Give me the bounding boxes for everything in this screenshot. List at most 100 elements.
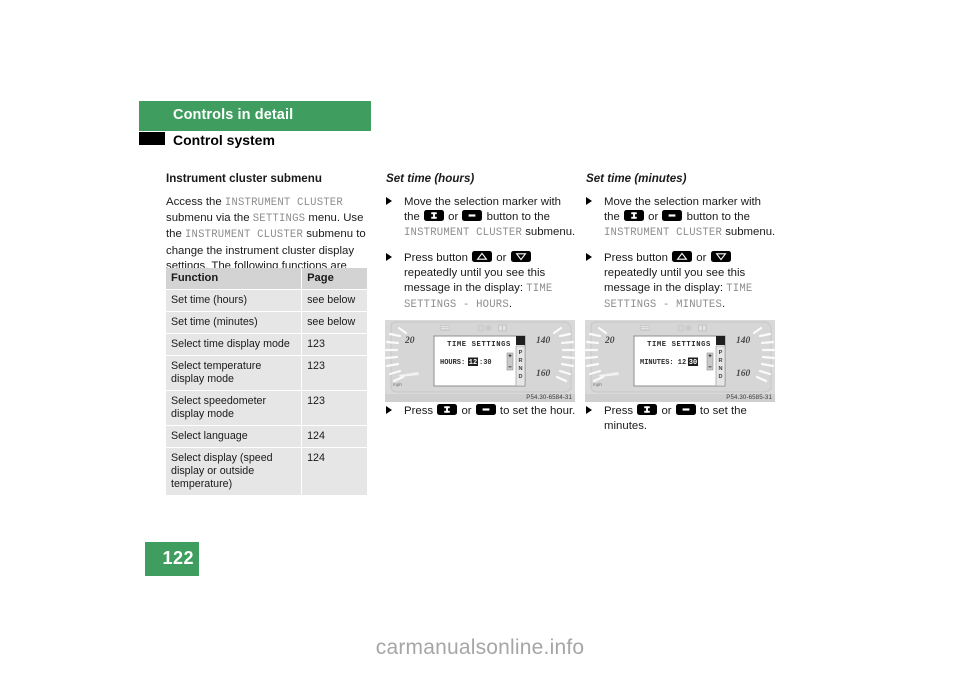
svg-text:mph: mph [393, 382, 402, 387]
figure-caption-code: P54.30-6585-31 [726, 394, 772, 401]
functions-table: Function Page Set time (hours) see below… [166, 268, 367, 496]
up-button-icon [472, 250, 493, 262]
instruction-step: Move the selection marker with the or bu… [386, 195, 576, 242]
step-text-4: . [722, 298, 726, 311]
menu-name-instrument-cluster-2: INSTRUMENT CLUSTER [185, 229, 304, 242]
table-row: Select speedometer display mode 123 [166, 390, 367, 426]
figure-caption-code: P54.30-6584-31 [526, 394, 572, 401]
step-text-4: submenu. [722, 226, 776, 239]
instrument-cluster-figure-hours: 20 mph 140 160 TIME SETTINGS HOURS: 12:… [384, 320, 576, 402]
svg-text:160: 160 [736, 369, 751, 379]
cell-function: Select language [166, 425, 303, 448]
watermark: carmanualsonline.info [375, 636, 585, 659]
page-number-box: 122 [145, 542, 199, 576]
page-number: 122 [162, 548, 194, 568]
step-text-1: Press button [404, 251, 472, 264]
svg-text:TIME SETTINGS: TIME SETTINGS [447, 341, 511, 349]
bullet-triangle-icon [586, 252, 592, 261]
minus-button-icon [462, 210, 483, 222]
step-text-2: or [458, 405, 475, 417]
cell-page: see below [301, 289, 367, 312]
instrument-cluster-illustration: 20 mph 140 160 TIME SETTINGS MINUTES: 12… [584, 320, 776, 402]
menu-name-instrument-cluster: INSTRUMENT CLUSTER [404, 227, 523, 240]
table-row: Select language 124 [166, 425, 367, 448]
step-text-2: or [493, 251, 510, 264]
step-text-4: . [508, 298, 513, 311]
svg-text:MINUTES: 12:: MINUTES: 12: [640, 359, 690, 367]
menu-name-instrument-cluster-1: INSTRUMENT CLUSTER [224, 197, 343, 209]
step-text-1: Press [404, 405, 437, 417]
down-button-icon [710, 250, 731, 262]
middle-column-title: Set time (hours) [386, 172, 475, 185]
cell-page: 124 [301, 447, 367, 496]
step-text-3: repeatedly until you see this message in… [404, 266, 546, 295]
menu-name-settings: SETTINGS [252, 213, 306, 226]
down-button-icon [510, 250, 531, 262]
minus-button-icon [475, 404, 496, 415]
bullet-triangle-icon [386, 252, 392, 261]
svg-text:R: R [718, 358, 722, 364]
instruction-step: Press button or repeatedly until you see… [586, 250, 778, 314]
svg-text:N: N [718, 366, 722, 372]
section-marker-square [139, 132, 165, 145]
svg-text:mph: mph [593, 382, 602, 387]
instruction-step: Press button or repeatedly until you see… [386, 250, 576, 314]
instruction-step: Move the selection marker with the or bu… [586, 195, 778, 242]
svg-text:D: D [718, 374, 722, 380]
svg-text:P: P [719, 350, 723, 356]
svg-text:12: 12 [469, 359, 477, 367]
cell-function: Select temperature display mode [166, 355, 303, 391]
intro-text-2: submenu via the [166, 212, 253, 225]
svg-text:P: P [519, 350, 523, 356]
right-column-final-step: Press or to set the minutes. [586, 404, 778, 443]
step-text-3: repeatedly until you see this message in… [604, 266, 746, 295]
column-header-page: Page [301, 268, 367, 290]
table-row: Select time display mode 123 [166, 333, 367, 356]
svg-text:140: 140 [536, 336, 551, 346]
minus-button-icon [675, 404, 696, 415]
menu-name-instrument-cluster: INSTRUMENT CLUSTER [604, 227, 723, 240]
svg-text:TIME SETTINGS: TIME SETTINGS [647, 341, 711, 349]
minus-button-icon [662, 210, 683, 222]
svg-text::30: :30 [479, 359, 492, 367]
cell-function: Select speedometer display mode [166, 390, 303, 426]
chapter-header-bar: Controls in detail [139, 101, 371, 131]
step-text-2: or [658, 405, 675, 417]
instruction-step: Press or to set the minutes. [586, 404, 778, 434]
cell-page: 123 [301, 390, 367, 426]
table-header-row: Function Page [166, 268, 367, 290]
bullet-triangle-icon [386, 406, 392, 414]
cell-function: Select display (speed display or outside… [166, 447, 303, 496]
step-text-2: or [645, 211, 662, 224]
table-row: Set time (minutes) see below [166, 311, 367, 334]
instrument-cluster-illustration: 20 mph 140 160 TIME SETTINGS HOURS: 12:… [384, 320, 576, 402]
svg-text:160: 160 [536, 369, 551, 379]
bullet-triangle-icon [386, 197, 392, 205]
cell-function: Set time (hours) [166, 289, 303, 312]
plus-button-icon [437, 404, 458, 415]
instruction-step: Press or to set the hour. [386, 404, 576, 419]
bullet-triangle-icon [586, 406, 592, 414]
cell-function: Select time display mode [166, 333, 303, 356]
right-column-title: Set time (minutes) [586, 172, 687, 185]
plus-button-icon [424, 210, 444, 222]
chapter-title: Controls in detail [173, 107, 294, 123]
cell-page: 123 [301, 355, 367, 391]
step-text-2: or [445, 211, 462, 224]
left-column-title: Instrument cluster submenu [166, 172, 322, 185]
bullet-triangle-icon [586, 197, 592, 205]
cell-page: 124 [301, 425, 367, 448]
svg-text:N: N [518, 366, 522, 372]
intro-text-1: Access the [166, 196, 225, 208]
svg-text:R: R [518, 358, 522, 364]
section-title: Control system [173, 132, 275, 148]
step-text-3: button to the [483, 211, 550, 224]
plus-button-icon [624, 210, 644, 222]
plus-button-icon [637, 404, 658, 415]
step-text-3: to set the hour. [496, 405, 576, 417]
table-row: Select temperature display mode 123 [166, 355, 367, 391]
cell-function: Set time (minutes) [166, 311, 303, 334]
step-text-1: Press [604, 405, 637, 417]
cell-page: 123 [301, 333, 367, 356]
svg-text:140: 140 [736, 336, 751, 346]
